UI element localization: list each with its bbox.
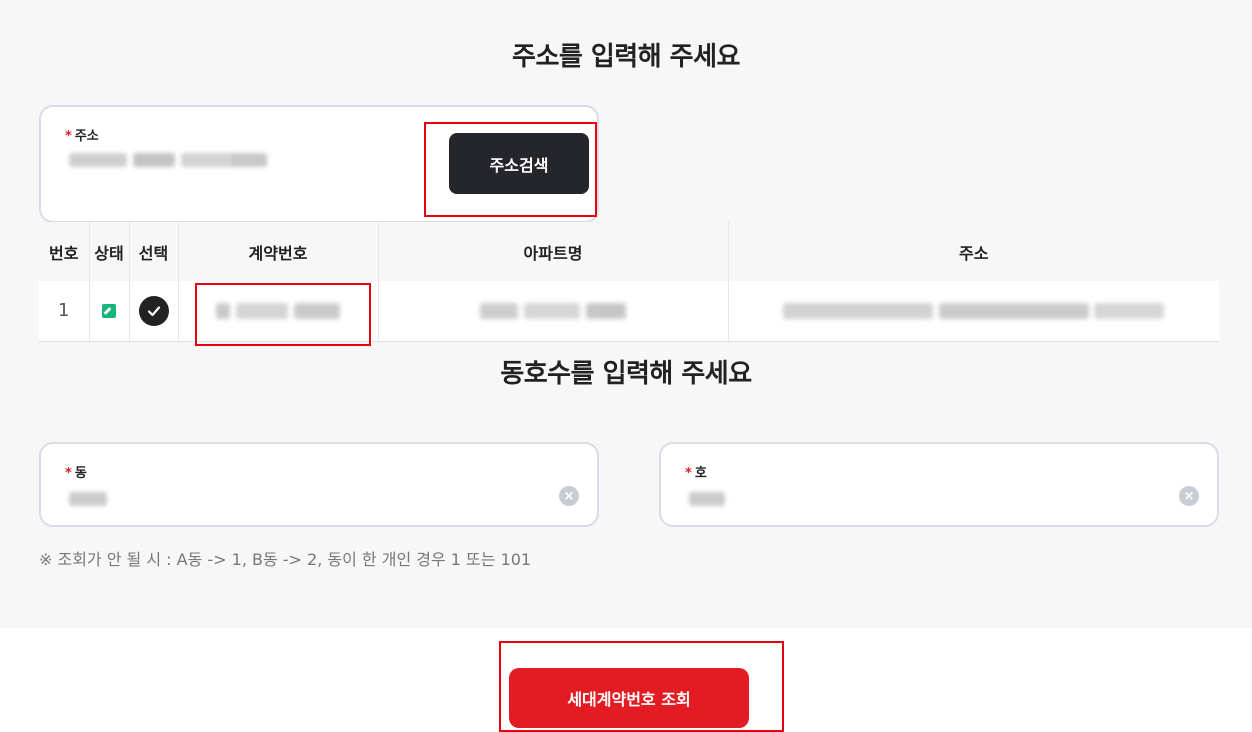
required-mark: * — [65, 129, 72, 144]
address-section-title: 주소를 입력해 주세요 — [512, 42, 740, 72]
address-field-label: * 주소 — [65, 125, 99, 144]
address-search-button[interactable]: 주소검색 — [449, 133, 589, 194]
row-number: 1 — [39, 281, 90, 342]
required-mark: * — [685, 466, 692, 481]
check-icon[interactable] — [138, 295, 169, 326]
ho-label-text: 호 — [694, 466, 707, 481]
contract-results-table: 번호 상태 선택 계약번호 아파트명 주소 1 — [39, 222, 1219, 342]
row-status[interactable] — [89, 281, 130, 342]
col-header-status: 상태 — [89, 222, 130, 281]
ho-value-redacted — [689, 492, 725, 506]
address-label-text: 주소 — [74, 129, 99, 144]
edit-icon[interactable] — [102, 304, 116, 319]
dong-field-label: * 동 — [65, 462, 87, 481]
table-header-row: 번호 상태 선택 계약번호 아파트명 주소 — [39, 222, 1219, 281]
lookup-note: ※ 조회가 안 될 시 : A동 -> 1, B동 -> 2, 동이 한 개인 … — [39, 550, 532, 569]
required-mark: * — [65, 466, 72, 481]
unit-section-title: 동호수를 입력해 주세요 — [500, 359, 752, 389]
row-apartment-name-redacted — [378, 281, 729, 342]
clear-icon[interactable]: × — [559, 486, 579, 506]
contract-lookup-button[interactable]: 세대계약번호 조회 — [509, 668, 749, 728]
col-header-select: 선택 — [129, 222, 179, 281]
row-contract-number-redacted — [178, 281, 379, 342]
ho-field-label: * 호 — [685, 462, 707, 481]
ho-input-box[interactable]: * 호 × — [659, 442, 1219, 527]
dong-value-redacted — [69, 492, 107, 506]
row-select[interactable] — [129, 281, 179, 342]
col-header-contract-number: 계약번호 — [178, 222, 379, 281]
dong-input-box[interactable]: * 동 × — [39, 442, 599, 527]
row-address-redacted — [728, 281, 1219, 342]
clear-icon[interactable]: × — [1179, 486, 1199, 506]
col-header-apartment-name: 아파트명 — [378, 222, 729, 281]
table-row[interactable]: 1 — [39, 281, 1219, 342]
col-header-address: 주소 — [728, 222, 1219, 281]
col-header-number: 번호 — [39, 222, 90, 281]
dong-label-text: 동 — [74, 466, 87, 481]
